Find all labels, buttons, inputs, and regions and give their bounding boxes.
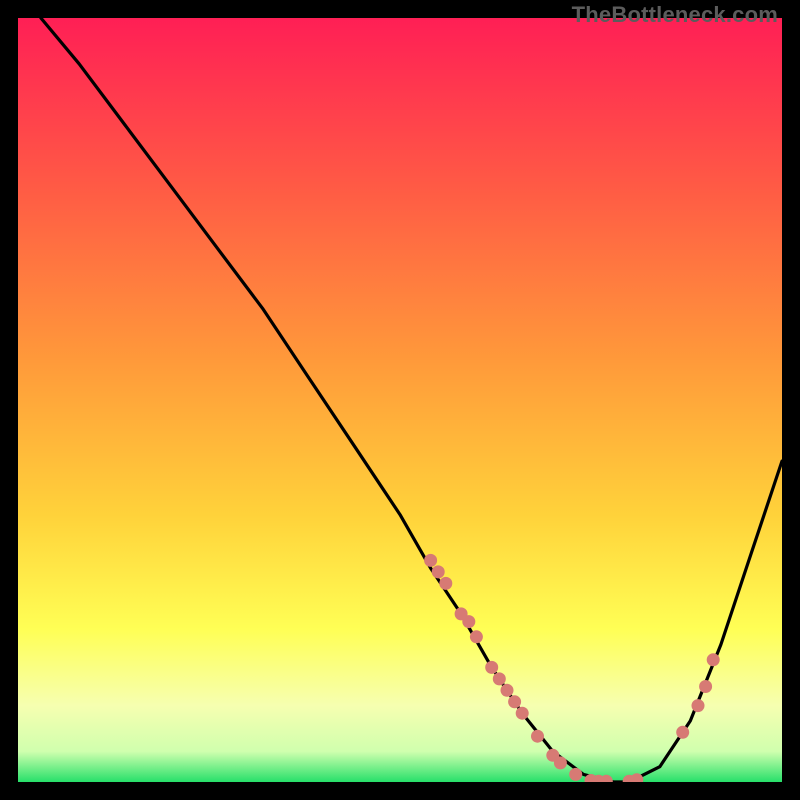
highlight-dot bbox=[485, 661, 498, 674]
highlight-dot bbox=[676, 726, 689, 739]
chart-frame bbox=[18, 18, 782, 782]
highlight-dot bbox=[439, 577, 452, 590]
chart-svg bbox=[18, 18, 782, 782]
highlight-dot bbox=[516, 707, 529, 720]
highlight-dot bbox=[501, 684, 514, 697]
highlight-dot bbox=[432, 565, 445, 578]
highlight-dot bbox=[493, 672, 506, 685]
highlight-dot bbox=[424, 554, 437, 567]
highlight-dot bbox=[707, 653, 720, 666]
highlight-dot bbox=[699, 680, 712, 693]
watermark-text: TheBottleneck.com bbox=[572, 2, 778, 28]
highlight-dot bbox=[462, 615, 475, 628]
highlight-dot bbox=[508, 695, 521, 708]
highlight-dot bbox=[554, 756, 567, 769]
highlight-dot bbox=[470, 630, 483, 643]
highlight-dot bbox=[531, 730, 544, 743]
highlight-dot bbox=[692, 699, 705, 712]
highlight-dot bbox=[569, 768, 582, 781]
